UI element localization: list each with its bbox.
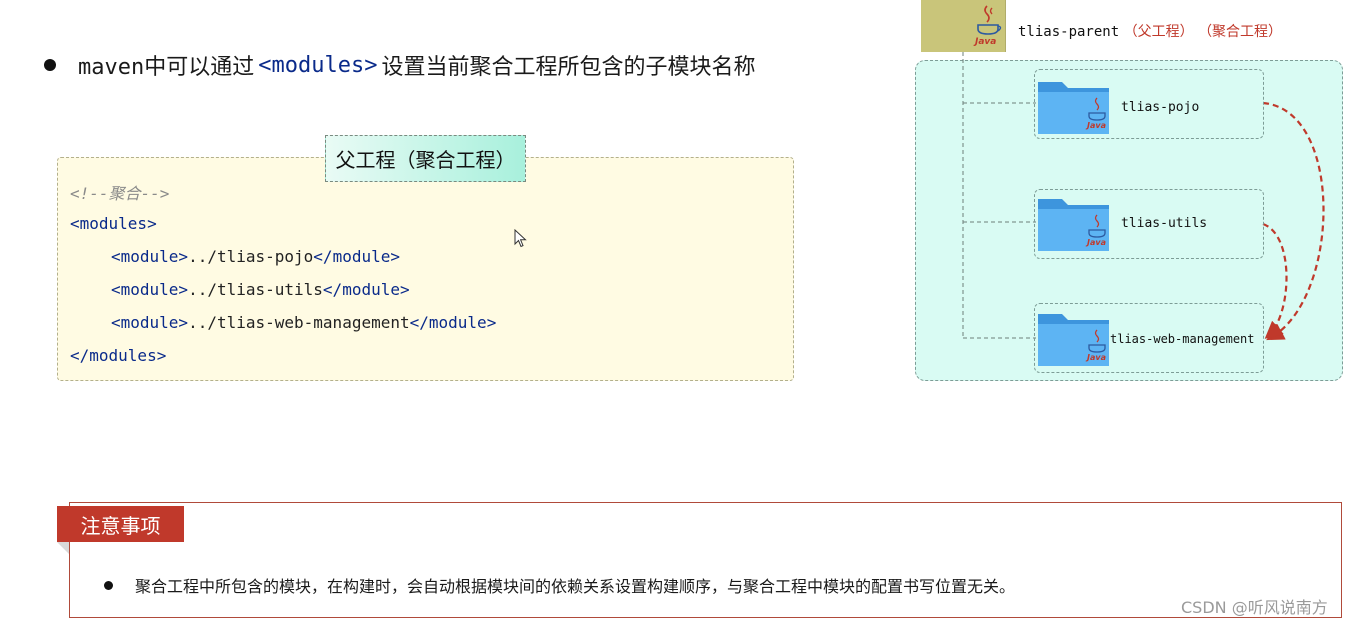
dependency-arrow-pojo	[1262, 101, 1325, 341]
module-label-web-management: tlias-web-management	[1110, 332, 1255, 346]
folder-java-icon: Java	[1038, 82, 1109, 134]
svg-text:Java: Java	[1085, 353, 1106, 362]
module-label-utils: tlias-utils	[1121, 216, 1208, 231]
note-text: 聚合工程中所包含的模块，在构建时，会自动根据模块间的依赖关系设置构建顺序，与聚合…	[135, 577, 1016, 596]
note-item: 聚合工程中所包含的模块，在构建时，会自动根据模块间的依赖关系设置构建顺序，与聚合…	[104, 573, 1015, 597]
module-label-pojo: tlias-pojo	[1121, 100, 1200, 115]
note-title: 注意事项	[57, 506, 184, 542]
note-box	[69, 502, 1342, 618]
dependency-arrow-utils	[1262, 222, 1288, 339]
svg-text:Java: Java	[1085, 121, 1106, 130]
folder-java-icon: Java	[1038, 199, 1109, 251]
bullet-icon	[104, 580, 113, 590]
folder-java-icon: Java	[1038, 314, 1109, 366]
svg-text:Java: Java	[1085, 238, 1106, 247]
watermark: CSDN @听风说南方	[1181, 598, 1328, 617]
note-fold-shape	[57, 542, 69, 554]
